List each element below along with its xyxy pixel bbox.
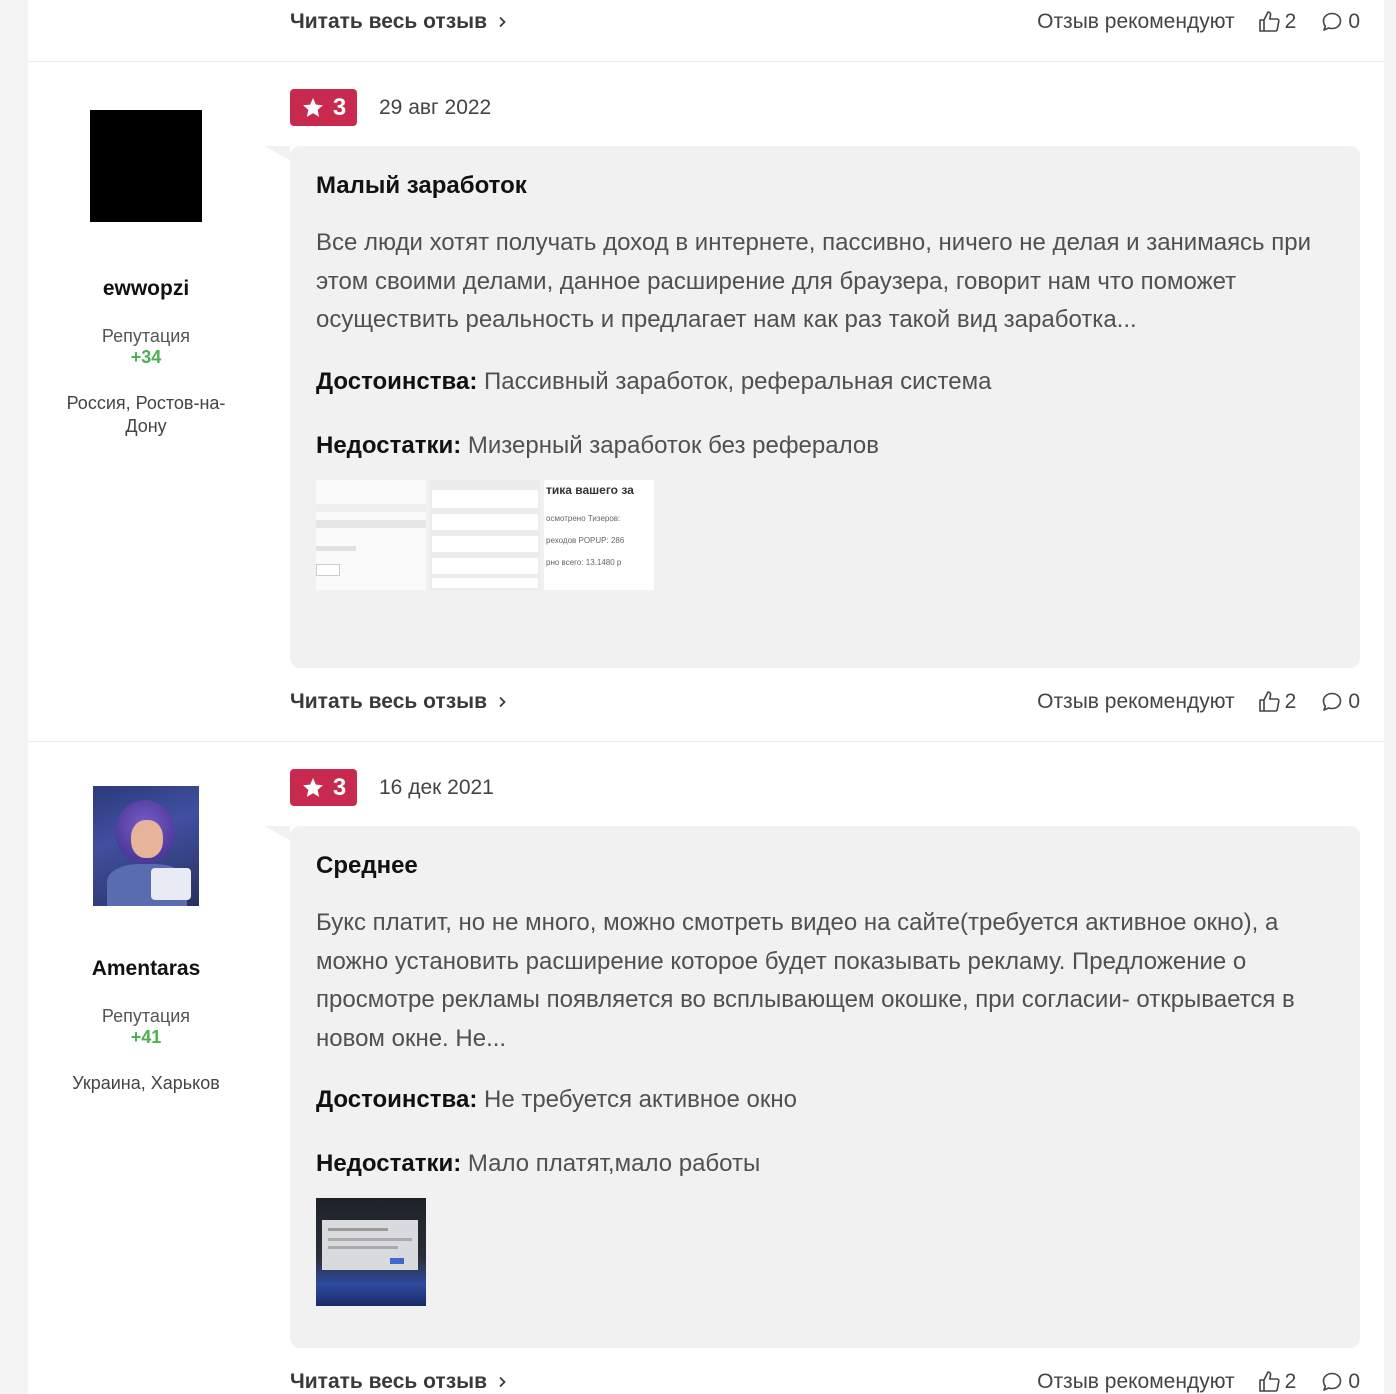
- recommend-area: Отзыв рекомендуют 2 0: [1037, 7, 1360, 37]
- review-cons: Недостатки: Мизерный заработок без рефер…: [316, 430, 1334, 462]
- cons-label: Недостатки:: [316, 1150, 462, 1178]
- thumbs-up-icon: [1258, 691, 1280, 712]
- rating-badge: 3: [290, 769, 357, 806]
- comment-icon: [1323, 1372, 1342, 1391]
- thumbs-up-icon: [1258, 1371, 1280, 1392]
- review-date: 16 дек 2021: [379, 776, 494, 799]
- rating-value: 3: [332, 773, 347, 801]
- read-full-review-link[interactable]: Читать весь отзыв: [290, 7, 507, 37]
- recommend-label: Отзыв рекомендуют: [1037, 1370, 1235, 1393]
- username[interactable]: Amentaras: [28, 956, 264, 982]
- review-cons: Недостатки: Мало платят,мало работы: [316, 1148, 1334, 1180]
- recommend-label: Отзыв рекомендуют: [1037, 690, 1235, 713]
- review-title[interactable]: Малый заработок: [316, 170, 1334, 202]
- like-button[interactable]: 2: [1257, 1370, 1297, 1394]
- comment-count: 0: [1348, 10, 1360, 33]
- review-image-thumb[interactable]: [316, 1198, 426, 1307]
- author-location: Украина, Харьков: [72, 1073, 220, 1093]
- chevron-right-icon: [499, 16, 506, 28]
- avatar[interactable]: [90, 110, 202, 222]
- review-image-thumb[interactable]: тика вашего за осмотрено Тизеров: реходо…: [544, 479, 654, 590]
- rating-value: 3: [332, 93, 347, 121]
- thumb-text: тика вашего за: [546, 482, 634, 497]
- pros-label: Достоинства:: [316, 367, 478, 395]
- read-full-label: Читать весь отзыв: [290, 10, 487, 33]
- comment-icon: [1323, 692, 1342, 711]
- separator: [28, 741, 1384, 742]
- chevron-right-icon: [499, 696, 506, 708]
- read-full-review-link[interactable]: Читать весь отзыв: [290, 687, 507, 717]
- comment-button[interactable]: 0: [1320, 1370, 1360, 1394]
- thumb-text: осмотрено Тизеров:: [546, 513, 621, 523]
- separator: [28, 61, 1384, 62]
- review-image-thumb[interactable]: [430, 479, 540, 590]
- recommend-label: Отзыв рекомендуют: [1037, 10, 1235, 33]
- star-icon: [302, 777, 323, 797]
- recommend-area: Отзыв рекомендуют 2 0: [1037, 687, 1360, 717]
- cons-text: Мизерный заработок без рефералов: [467, 431, 879, 459]
- pros-label: Достоинства:: [316, 1086, 478, 1114]
- read-full-review-link[interactable]: Читать весь отзыв: [290, 1367, 507, 1394]
- review-body: Среднее Букс платит, но не много, можно …: [264, 826, 1360, 1348]
- review-body: Малый заработок Все люди хотят получать …: [264, 146, 1360, 668]
- cons-label: Недостатки:: [316, 431, 462, 459]
- review-pros: Достоинства: Пассивный заработок, рефера…: [316, 366, 1334, 398]
- thumb-text: рно всего: 13.1480 р: [546, 557, 622, 567]
- like-button[interactable]: 2: [1257, 690, 1297, 714]
- like-count: 2: [1284, 690, 1297, 713]
- like-count: 2: [1284, 1370, 1297, 1393]
- author-location: Россия, Ростов-на-Дону: [66, 393, 226, 436]
- reputation-value: +41: [130, 1027, 162, 1047]
- review-footer: Читать весь отзыв Отзыв рекомендуют 2 0: [290, 1367, 1360, 1394]
- comment-icon: [1323, 12, 1342, 31]
- pros-text: Пассивный заработок, реферальная система: [483, 367, 992, 395]
- star-icon: [302, 97, 323, 117]
- review-footer: Читать весь отзыв Отзыв рекомендуют 2 0: [290, 687, 1360, 717]
- review-date: 29 авг 2022: [379, 96, 492, 119]
- reputation-label: Репутация: [101, 326, 191, 346]
- review-text: Все люди хотят получать доход в интернет…: [316, 229, 1311, 334]
- review-title[interactable]: Среднее: [316, 850, 1334, 882]
- thumb-text: реходов POPUP: 286: [546, 535, 625, 545]
- read-full-label: Читать весь отзыв: [290, 1370, 487, 1393]
- review-pros: Достоинства: Не требуется активное окно: [316, 1084, 1334, 1116]
- comment-count: 0: [1348, 690, 1360, 713]
- cons-text: Мало платят,мало работы: [467, 1150, 761, 1178]
- pros-text: Не требуется активное окно: [483, 1086, 797, 1114]
- review-text: Букс платит, но не много, можно смотреть…: [316, 909, 1295, 1052]
- reputation-label: Репутация: [101, 1006, 191, 1026]
- thumbs-up-icon: [1258, 11, 1280, 32]
- chevron-right-icon: [499, 1376, 506, 1388]
- read-full-label: Читать весь отзыв: [290, 690, 487, 713]
- review-images: тика вашего за осмотрено Тизеров: реходо…: [316, 479, 1334, 590]
- rating-badge: 3: [290, 89, 357, 126]
- comment-button[interactable]: 0: [1320, 690, 1360, 714]
- comment-button[interactable]: 0: [1320, 10, 1360, 34]
- author-card: Amentaras Репутация +41 Украина, Харьков: [28, 786, 264, 1095]
- comment-count: 0: [1348, 1370, 1360, 1393]
- avatar[interactable]: [93, 786, 199, 906]
- like-count: 2: [1284, 10, 1297, 33]
- review-images: [316, 1198, 1334, 1308]
- review-footer-prev: Читать весь отзыв Отзыв рекомендуют 2 0: [290, 7, 1360, 37]
- reputation-value: +34: [130, 347, 162, 367]
- like-button[interactable]: 2: [1257, 10, 1297, 34]
- username[interactable]: ewwopzi: [28, 276, 264, 302]
- review-image-thumb[interactable]: [316, 479, 426, 590]
- recommend-area: Отзыв рекомендуют 2 0: [1037, 1367, 1360, 1394]
- author-card: ewwopzi Репутация +34 Россия, Ростов-на-…: [28, 110, 264, 438]
